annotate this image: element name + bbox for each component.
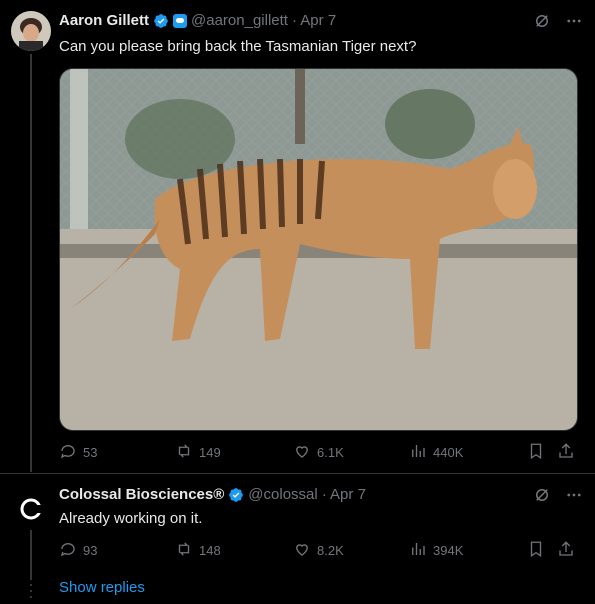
share-button[interactable] (557, 442, 575, 463)
repost-icon (175, 442, 193, 463)
grok-icon[interactable] (533, 486, 551, 509)
repost-button[interactable]: 149 (175, 442, 221, 463)
bookmark-button[interactable] (527, 540, 545, 561)
like-button[interactable]: 8.2K (293, 540, 344, 561)
verified-icon (153, 13, 169, 29)
verified-icon (228, 487, 244, 503)
tweet-header: Aaron Gillett @aaron_gillett · Apr 7 (59, 12, 336, 29)
reply-count: 93 (83, 543, 98, 558)
thread-dots (30, 578, 32, 602)
more-icon[interactable] (565, 486, 583, 509)
reply-top-actions (533, 486, 583, 509)
bookmark-icon (527, 540, 545, 561)
avatar[interactable] (11, 489, 51, 529)
more-icon[interactable] (565, 12, 583, 35)
views-icon (409, 442, 427, 463)
show-replies-link[interactable]: Show replies (59, 579, 145, 596)
repost-button[interactable]: 148 (175, 540, 221, 561)
reply-header: Colossal Biosciences® @colossal · Apr 7 (59, 486, 366, 503)
thread-line (30, 530, 32, 578)
tweet-top-actions (533, 12, 583, 35)
reply-count: 53 (83, 445, 98, 460)
reply-actions: 93 148 8.2K 394K (59, 540, 579, 560)
reply-button[interactable]: 53 (59, 442, 97, 463)
divider (0, 473, 595, 474)
tweet-actions: 53 149 6.1K 440K (59, 442, 579, 462)
author-handle[interactable]: @colossal (248, 486, 317, 503)
views-button[interactable]: 440K (409, 442, 463, 463)
author-name[interactable]: Aaron Gillett (59, 12, 149, 29)
views-icon (409, 540, 427, 561)
repost-count: 148 (199, 543, 221, 558)
grok-icon[interactable] (533, 12, 551, 35)
like-button[interactable]: 6.1K (293, 442, 344, 463)
tweet-text: Can you please bring back the Tasmanian … (59, 38, 417, 55)
reply-text: Already working on it. (59, 510, 203, 527)
reply-icon (59, 540, 77, 561)
tweet-date[interactable]: · Apr 7 (292, 12, 336, 29)
tweet-date[interactable]: · Apr 7 (322, 486, 366, 503)
share-icon (557, 442, 575, 463)
bookmark-icon (527, 442, 545, 463)
repost-count: 149 (199, 445, 221, 460)
thread-line (30, 54, 32, 472)
share-button[interactable] (557, 540, 575, 561)
like-icon (293, 442, 311, 463)
view-count: 440K (433, 445, 464, 460)
affiliate-badge-icon (173, 13, 188, 28)
share-icon (557, 540, 575, 561)
reply-icon (59, 442, 77, 463)
like-count: 6.1K (317, 445, 344, 460)
repost-icon (175, 540, 193, 561)
author-name[interactable]: Colossal Biosciences® (59, 486, 224, 503)
reply-button[interactable]: 93 (59, 540, 97, 561)
view-count: 394K (433, 543, 464, 558)
bookmark-button[interactable] (527, 442, 545, 463)
author-handle[interactable]: @aaron_gillett (191, 12, 288, 29)
views-button[interactable]: 394K (409, 540, 463, 561)
tweet-photo[interactable] (59, 68, 578, 431)
avatar[interactable] (11, 11, 51, 51)
like-count: 8.2K (317, 543, 344, 558)
like-icon (293, 540, 311, 561)
